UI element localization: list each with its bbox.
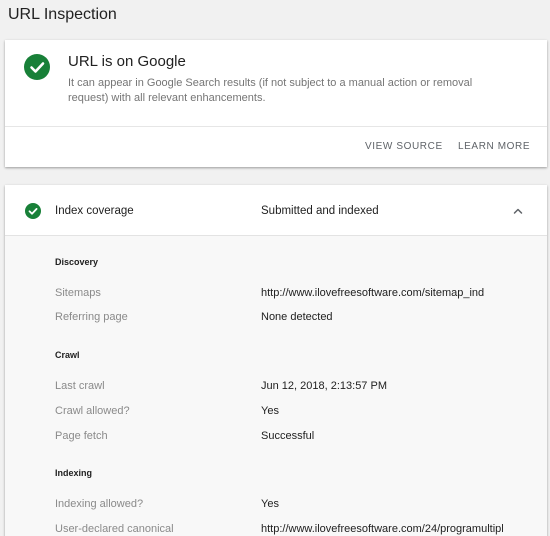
row-value: Successful [261,430,315,442]
row-label: Indexing allowed? [55,498,144,510]
index-coverage-label: Index coverage [55,205,134,217]
row-label: User-declared canonical [55,523,174,535]
row-value: Yes [261,498,279,510]
index-coverage-header[interactable]: Index coverage Submitted and indexed [5,185,547,236]
check-circle-icon [24,54,50,80]
row-value: Jun 12, 2018, 2:13:57 PM [261,380,387,392]
row-value: None detected [261,311,333,323]
row-label: Page fetch [55,430,108,442]
status-title: URL is on Google [68,53,186,70]
section-title-crawl: Crawl [55,350,80,360]
section-title-discovery: Discovery [55,257,99,267]
section-title-indexing: Indexing [55,468,93,478]
index-coverage-value: Submitted and indexed [261,205,379,217]
page-title: URL Inspection [8,6,117,23]
row-label: Crawl allowed? [55,405,130,417]
row-value: Yes [261,405,279,417]
status-description: It can appear in Google Search results (… [68,77,473,104]
row-label: Last crawl [55,380,105,392]
row-value: http://www.ilovefreesoftware.com/24/prog… [261,523,504,535]
index-coverage-card: Index coverage Submitted and indexed Dis… [5,185,547,536]
row-label: Referring page [55,311,128,323]
chevron-up-icon[interactable] [511,204,525,218]
row-label: Sitemaps [55,287,101,299]
row-value: http://www.ilovefreesoftware.com/sitemap… [261,287,485,299]
divider [5,126,547,127]
learn-more-button[interactable]: LEARN MORE [458,141,530,152]
status-card: URL is on Google It can appear in Google… [5,40,547,167]
view-source-button[interactable]: VIEW SOURCE [365,141,443,152]
check-circle-icon [25,203,41,219]
